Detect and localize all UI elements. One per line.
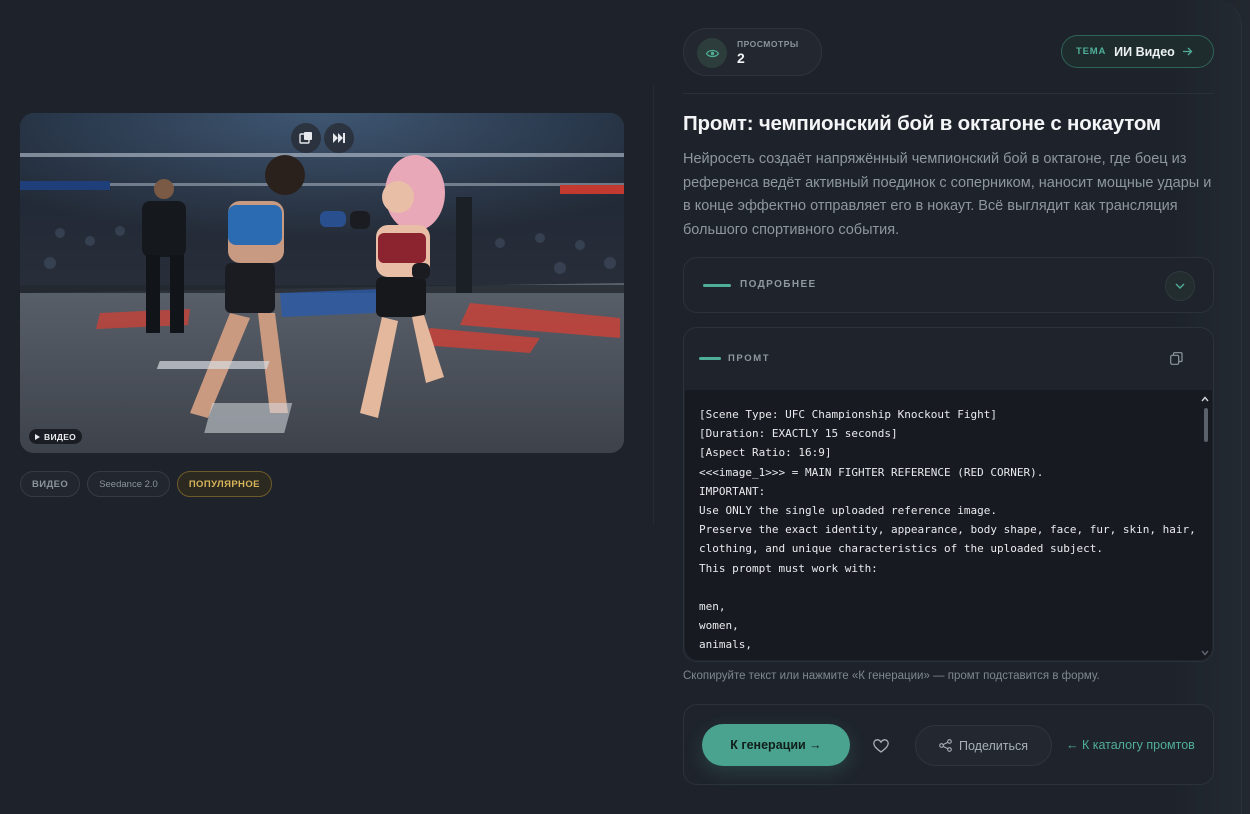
- media-badge-label: ВИДЕО: [44, 431, 77, 442]
- views-label: ПРОСМОТРЫ: [737, 39, 799, 49]
- skip-forward-icon[interactable]: [324, 123, 354, 153]
- prompt-textarea[interactable]: [Scene Type: UFC Championship Knockout F…: [685, 390, 1212, 660]
- accent-bar: [699, 357, 721, 360]
- scroll-down-icon[interactable]: [1201, 650, 1209, 656]
- header-divider: [683, 93, 1214, 94]
- share-button[interactable]: Поделиться: [915, 725, 1052, 766]
- tag-video[interactable]: ВИДЕО: [20, 471, 81, 497]
- column-divider: [653, 85, 654, 525]
- prompt-scrollbar[interactable]: [1201, 396, 1209, 656]
- views-value: 2: [737, 50, 745, 66]
- actions-bar: К генерации → Поделиться ← К каталогу пр…: [683, 704, 1214, 785]
- views-counter: ПРОСМОТРЫ 2: [683, 28, 822, 76]
- prompt-label: ПРОМТ: [728, 353, 771, 364]
- tag-list: ВИДЕО Seedance 2.0 ПОПУЛЯРНОЕ: [20, 471, 272, 497]
- copy-hint: Скопируйте текст или нажмите «К генераци…: [683, 670, 1100, 682]
- copy-icon[interactable]: [1170, 352, 1183, 365]
- scroll-thumb[interactable]: [1204, 408, 1208, 442]
- details-accordion[interactable]: ПОДРОБНЕЕ: [683, 257, 1214, 313]
- heart-icon[interactable]: [870, 735, 892, 757]
- play-icon: [35, 433, 40, 440]
- scroll-up-icon[interactable]: [1201, 396, 1209, 402]
- generate-button[interactable]: К генерации →: [702, 724, 850, 766]
- media-type-badge: ВИДЕО: [29, 429, 83, 444]
- details-label: ПОДРОБНЕЕ: [740, 279, 817, 290]
- share-icon: [939, 739, 952, 752]
- eye-icon: [697, 38, 727, 68]
- theme-button[interactable]: ТЕМА ИИ Видео: [1061, 35, 1214, 68]
- picture-in-picture-icon[interactable]: [291, 123, 321, 153]
- theme-label: ТЕМА: [1076, 46, 1107, 57]
- prompt-card: ПРОМТ [Scene Type: UFC Championship Knoc…: [683, 327, 1214, 662]
- tag-model[interactable]: Seedance 2.0: [87, 471, 170, 497]
- video-preview[interactable]: ВИДЕО: [20, 113, 624, 453]
- arrow-right-icon: [1182, 47, 1193, 56]
- tag-popular[interactable]: ПОПУЛЯРНОЕ: [176, 471, 272, 497]
- fight-scene-image: [20, 113, 624, 453]
- back-to-catalog-link[interactable]: ← К каталогу промтов: [1066, 738, 1195, 752]
- share-button-label: Поделиться: [958, 738, 1029, 753]
- accent-bar: [703, 284, 731, 287]
- theme-value: ИИ Видео: [1114, 44, 1175, 59]
- page-description: Нейросеть создаёт напряжённый чемпионски…: [683, 151, 1212, 238]
- chevron-down-icon[interactable]: [1165, 271, 1195, 301]
- page-title: Промт: чемпионский бой в октагоне с нока…: [683, 112, 1161, 135]
- prompt-text: [Scene Type: UFC Championship Knockout F…: [699, 408, 1196, 660]
